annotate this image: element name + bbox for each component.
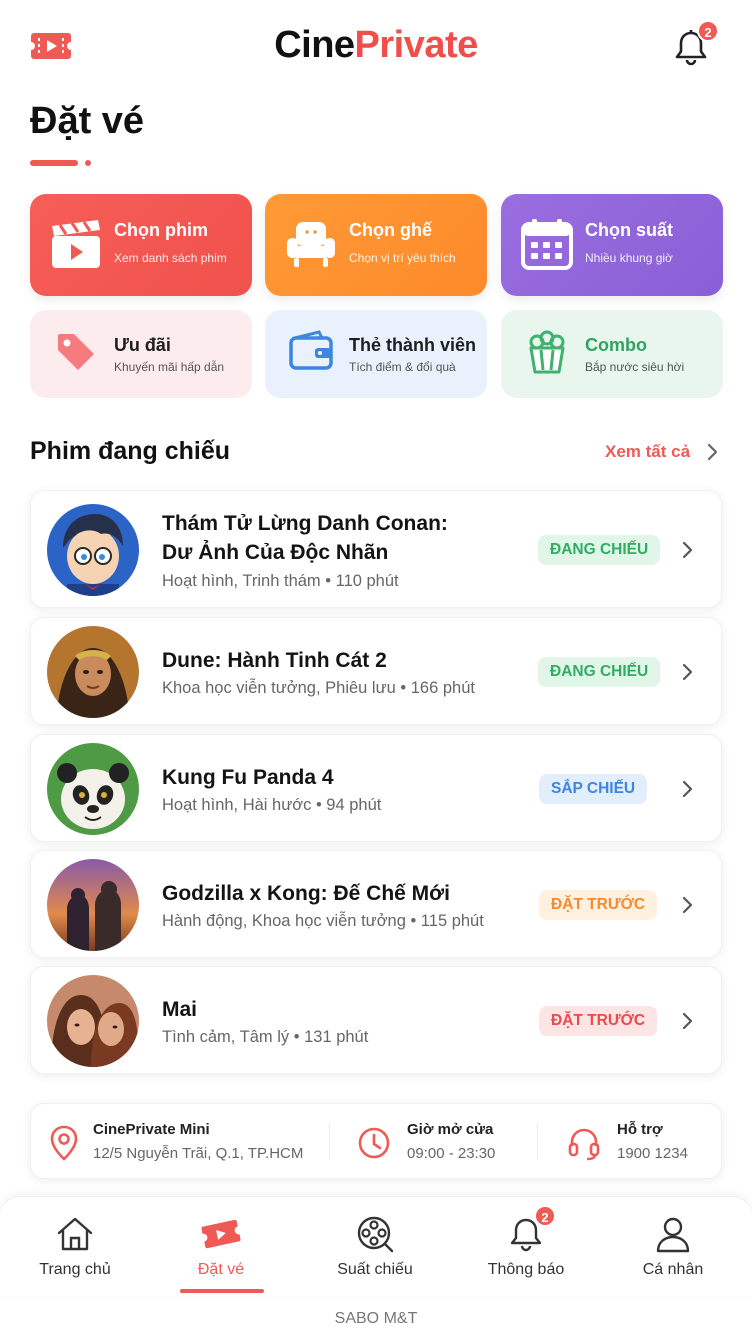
notification-badge: 2 <box>697 20 719 42</box>
headset-icon[interactable] <box>567 1124 601 1162</box>
nav-profile[interactable]: Cá nhân <box>598 1197 748 1297</box>
movie-meta: Tình cảm, Tâm lý • 131 phút <box>162 1028 369 1046</box>
movie-card[interactable]: Kung Fu Panda 4 Hoạt hình, Hài hước • 94… <box>30 734 722 842</box>
movie-meta: Hoạt hình, Trinh thám • 110 phút <box>162 572 399 590</box>
chevron-right-icon[interactable] <box>706 443 720 461</box>
tile-choose-seat[interactable]: Chọn ghế Chọn vị trí yêu thích <box>265 194 487 296</box>
tile-membership-card[interactable]: Thẻ thành viên Tích điểm & đổi quà <box>265 310 487 398</box>
brand-logo: CinePrivate <box>0 24 752 67</box>
tile-title: Chọn suất <box>585 220 673 240</box>
chevron-right-icon[interactable] <box>681 1011 695 1031</box>
tile-title: Combo <box>585 335 647 355</box>
see-all-link[interactable]: Xem tất cả <box>605 442 690 462</box>
tile-promotions[interactable]: Ưu đãi Khuyến mãi hấp dẫn <box>30 310 252 398</box>
active-tab-indicator <box>180 1289 264 1293</box>
location-value: 12/5 Nguyễn Trãi, Q.1, TP.HCM <box>93 1145 304 1162</box>
divider <box>537 1124 538 1160</box>
title-underline <box>30 160 78 166</box>
status-badge: ĐANG CHIẾU <box>538 535 661 565</box>
movie-title: Dune: Hành Tinh Cát 2 <box>162 649 387 672</box>
movie-poster <box>47 504 139 596</box>
location-pin-icon <box>50 1125 78 1161</box>
chevron-right-icon[interactable] <box>681 540 695 560</box>
chevron-right-icon[interactable] <box>681 779 695 799</box>
nav-notifications[interactable]: Thông báo <box>451 1197 601 1297</box>
hours-value: 09:00 - 23:30 <box>407 1145 496 1162</box>
tag-icon <box>58 334 94 370</box>
tile-title: Thẻ thành viên <box>349 335 477 355</box>
movie-card[interactable]: Godzilla x Kong: Đế Chế Mới Hành động, K… <box>30 850 722 958</box>
hours-label: Giờ mở cửa <box>407 1121 494 1138</box>
nav-label: Cá nhân <box>642 1261 704 1278</box>
ticket-icon <box>201 1219 241 1249</box>
nav-label: Suất chiếu <box>337 1261 413 1278</box>
tile-choose-showtime[interactable]: Chọn suất Nhiều khung giờ <box>501 194 723 296</box>
movie-title-line2: Dư Ảnh Của Độc Nhãn <box>162 541 389 564</box>
tile-combo[interactable]: Combo Bắp nước siêu hời <box>501 310 723 398</box>
movie-title: Thám Tử Lừng Danh Conan: <box>162 512 448 535</box>
movie-card[interactable]: Thám Tử Lừng Danh Conan: Dư Ảnh Của Độc … <box>30 490 722 608</box>
armchair-icon <box>287 222 335 267</box>
movie-title: Godzilla x Kong: Đế Chế Mới <box>162 882 450 905</box>
status-badge: ĐANG CHIẾU <box>538 657 661 687</box>
support-label: Hỗ trợ <box>617 1121 663 1138</box>
movie-poster <box>47 859 139 951</box>
movie-meta: Khoa học viễn tưởng, Phiêu lưu • 166 phú… <box>162 679 475 697</box>
tile-subtitle: Chọn vị trí yêu thích <box>349 251 456 265</box>
tile-subtitle: Khuyến mãi hấp dẫn <box>114 360 225 374</box>
cinema-info-bar: CinePrivate Mini 12/5 Nguyễn Trãi, Q.1, … <box>30 1103 722 1179</box>
movie-title: Kung Fu Panda 4 <box>162 766 334 789</box>
tile-subtitle: Tích điểm & đổi quà <box>349 360 456 374</box>
user-icon <box>656 1217 690 1253</box>
status-badge: ĐẶT TRƯỚC <box>539 890 658 920</box>
film-reel-icon <box>357 1216 394 1253</box>
clock-icon <box>358 1127 390 1159</box>
brand-part-2: Private <box>354 24 479 66</box>
tile-title: Ưu đãi <box>114 335 171 355</box>
popcorn-icon <box>529 330 565 374</box>
nav-showtimes[interactable]: Suất chiếu <box>300 1197 450 1297</box>
tile-choose-movie[interactable]: Chọn phim Xem danh sách phim <box>30 194 252 296</box>
divider <box>329 1124 330 1160</box>
calendar-icon <box>521 219 573 270</box>
section-title: Phim đang chiếu <box>30 437 231 465</box>
movie-card[interactable]: Dune: Hành Tinh Cát 2 Khoa học viễn tưởn… <box>30 617 722 725</box>
movie-poster <box>47 626 139 718</box>
nav-notification-badge: 2 <box>534 1205 556 1227</box>
nav-home[interactable]: Trang chủ <box>0 1197 150 1297</box>
footer-credit: SABO M&T <box>334 1310 418 1327</box>
movie-poster <box>47 975 139 1067</box>
nav-label: Trang chủ <box>39 1261 111 1278</box>
movie-meta: Hoạt hình, Hài hước • 94 phút <box>162 796 382 814</box>
bottom-navigation: Trang chủ Đặt vé Suất chiếu Thông báo Cá… <box>0 1196 752 1296</box>
chevron-right-icon[interactable] <box>681 662 695 682</box>
nav-label: Thông báo <box>487 1261 565 1278</box>
status-badge: ĐẶT TRƯỚC <box>539 1006 658 1036</box>
location-label: CinePrivate Mini <box>93 1121 210 1138</box>
tile-title: Chọn ghế <box>349 220 432 240</box>
title-dot <box>85 160 91 166</box>
chevron-right-icon[interactable] <box>681 895 695 915</box>
top-bar: CinePrivate 2 <box>0 0 752 92</box>
movie-title: Mai <box>162 998 198 1021</box>
tile-subtitle: Bắp nước siêu hời <box>585 360 685 374</box>
support-phone[interactable]: 1900 1234 <box>617 1145 688 1162</box>
tile-subtitle: Nhiều khung giờ <box>585 251 673 265</box>
movie-meta: Hành động, Khoa học viễn tưởng • 115 phú… <box>162 912 484 930</box>
home-icon <box>57 1217 93 1251</box>
nav-booking[interactable]: Đặt vé <box>146 1197 296 1297</box>
brand-part-1: Cine <box>274 24 355 66</box>
clapperboard-icon <box>52 220 100 268</box>
page-title: Đặt vé <box>30 100 145 142</box>
booking-screen: CinePrivate 2 Đặt vé Chọn phim Xem danh … <box>0 0 752 1344</box>
status-badge: SẮP CHIẾU <box>539 774 648 804</box>
movie-card[interactable]: Mai Tình cảm, Tâm lý • 131 phút ĐẶT TRƯỚ… <box>30 966 722 1074</box>
nav-label: Đặt vé <box>197 1261 245 1278</box>
wallet-icon <box>289 330 333 370</box>
movie-poster <box>47 743 139 835</box>
tile-subtitle: Xem danh sách phim <box>114 251 227 265</box>
tile-title: Chọn phim <box>114 220 208 240</box>
